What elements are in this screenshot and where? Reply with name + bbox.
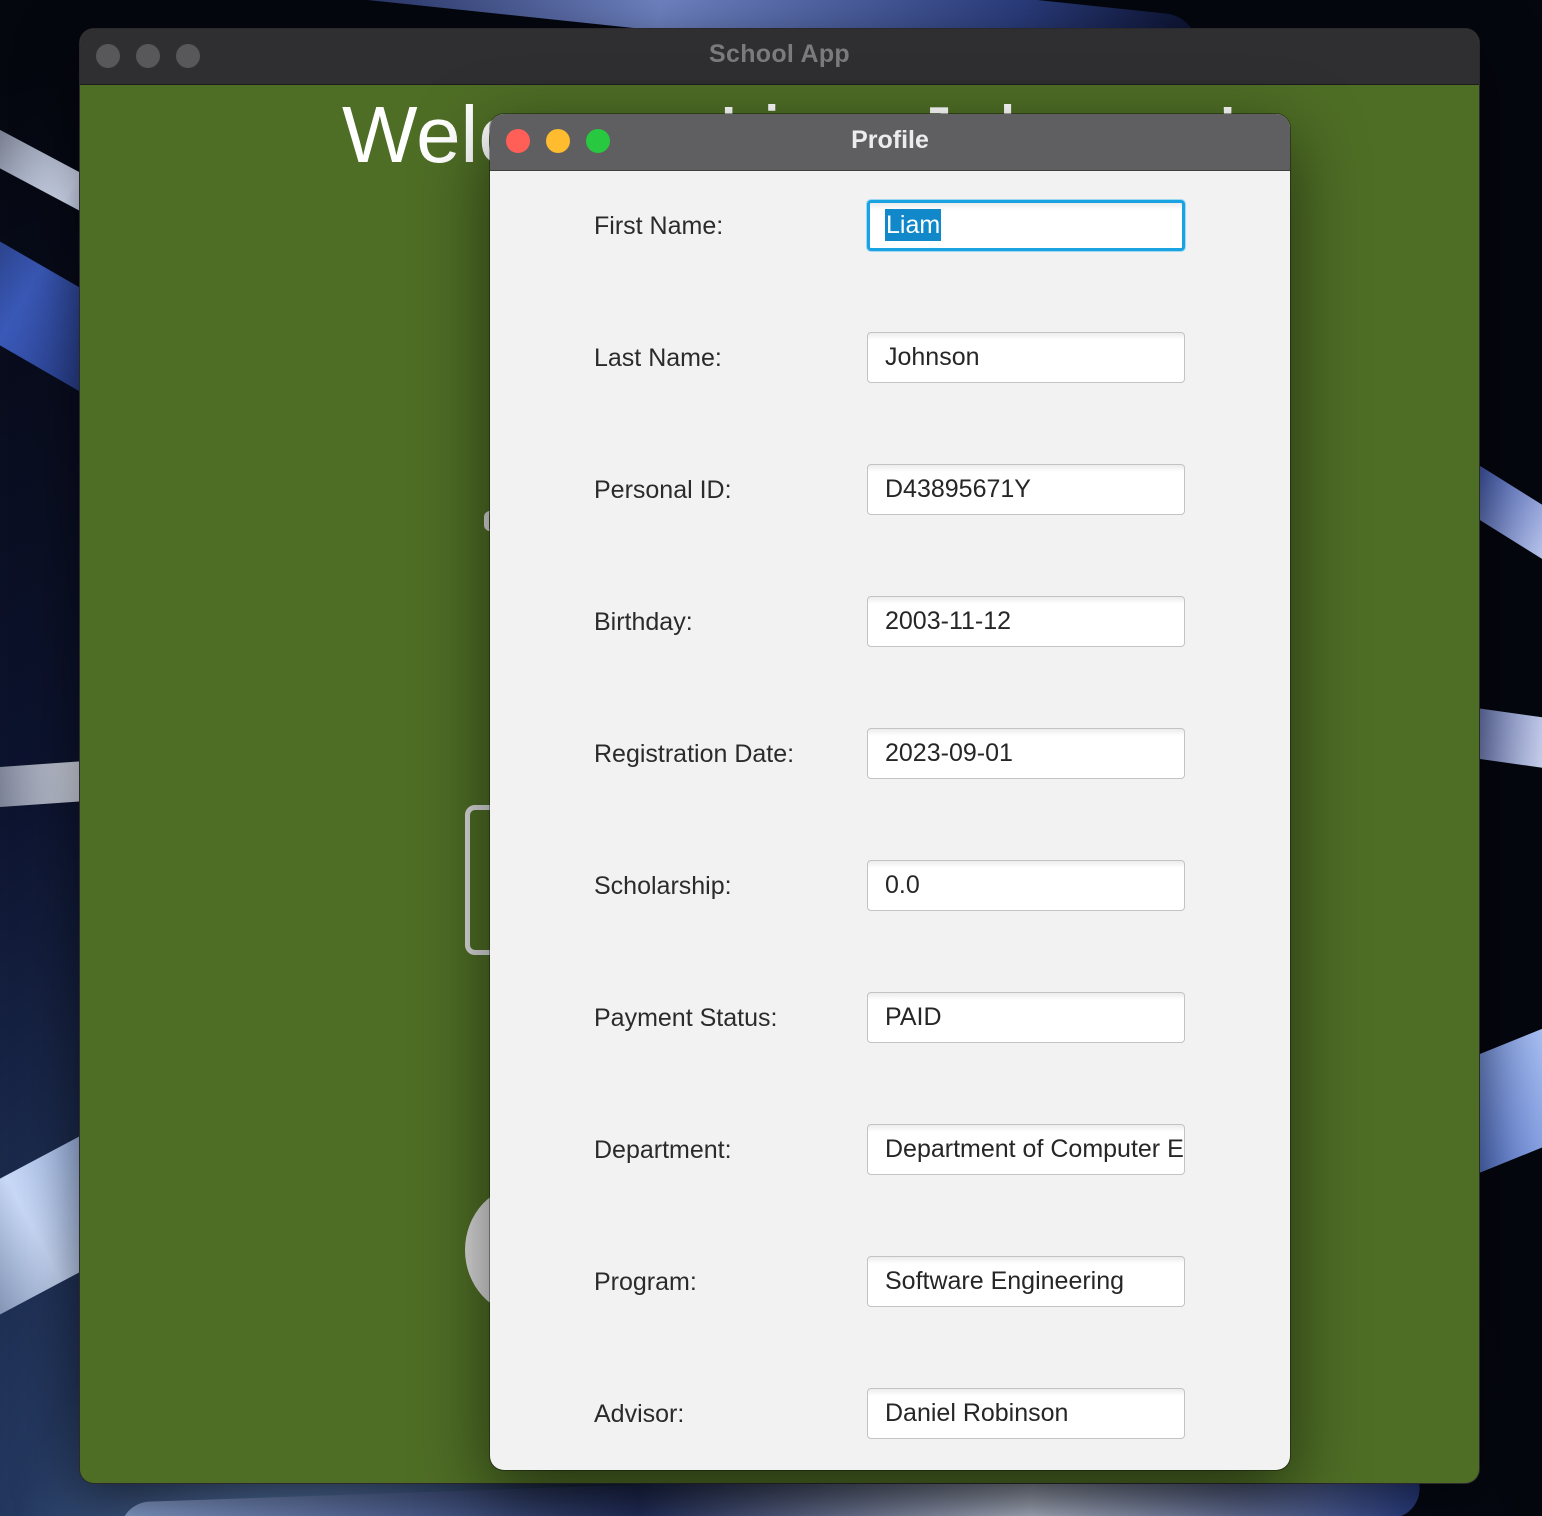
birthday-label: Birthday: [594,608,693,636]
first-name-label: First Name: [594,212,724,240]
program-label: Program: [594,1268,697,1296]
form-row-advisor: Advisor: Daniel Robinson [490,1388,1290,1440]
profile-dialog-titlebar[interactable]: Profile [490,114,1290,171]
form-row-program: Program: Software Engineering [490,1256,1290,1308]
first-name-field[interactable]: Liam [867,200,1185,251]
personal-id-field[interactable]: D43895671Y [867,464,1185,515]
program-field[interactable]: Software Engineering [867,1256,1185,1307]
registration-date-field[interactable]: 2023-09-01 [867,728,1185,779]
birthday-field[interactable]: 2003-11-12 [867,596,1185,647]
main-window-title: School App [709,40,850,68]
form-row-registration-date: Registration Date: 2023-09-01 [490,728,1290,780]
department-label: Department: [594,1136,732,1164]
last-name-field[interactable]: Johnson [867,332,1185,383]
form-row-birthday: Birthday: 2003-11-12 [490,596,1290,648]
last-name-label: Last Name: [594,344,722,372]
form-row-personal-id: Personal ID: D43895671Y [490,464,1290,516]
profile-dialog: Profile First Name: Liam Last Name: John… [490,114,1290,1470]
department-field[interactable]: Department of Computer E [867,1124,1185,1175]
payment-status-field[interactable]: PAID [867,992,1185,1043]
registration-date-label: Registration Date: [594,740,795,768]
form-row-last-name: Last Name: Johnson [490,332,1290,384]
form-row-payment-status: Payment Status: PAID [490,992,1290,1044]
payment-status-label: Payment Status: [594,1004,778,1032]
scholarship-label: Scholarship: [594,872,732,900]
scholarship-field[interactable]: 0.0 [867,860,1185,911]
form-row-first-name: First Name: Liam [490,200,1290,252]
main-window-titlebar[interactable]: School App [80,29,1479,85]
form-row-scholarship: Scholarship: 0.0 [490,860,1290,912]
advisor-label: Advisor: [594,1400,685,1428]
profile-dialog-title: Profile [851,126,929,154]
form-row-department: Department: Department of Computer E [490,1124,1290,1176]
first-name-value: Liam [885,209,942,241]
advisor-field[interactable]: Daniel Robinson [867,1388,1185,1439]
personal-id-label: Personal ID: [594,476,732,504]
